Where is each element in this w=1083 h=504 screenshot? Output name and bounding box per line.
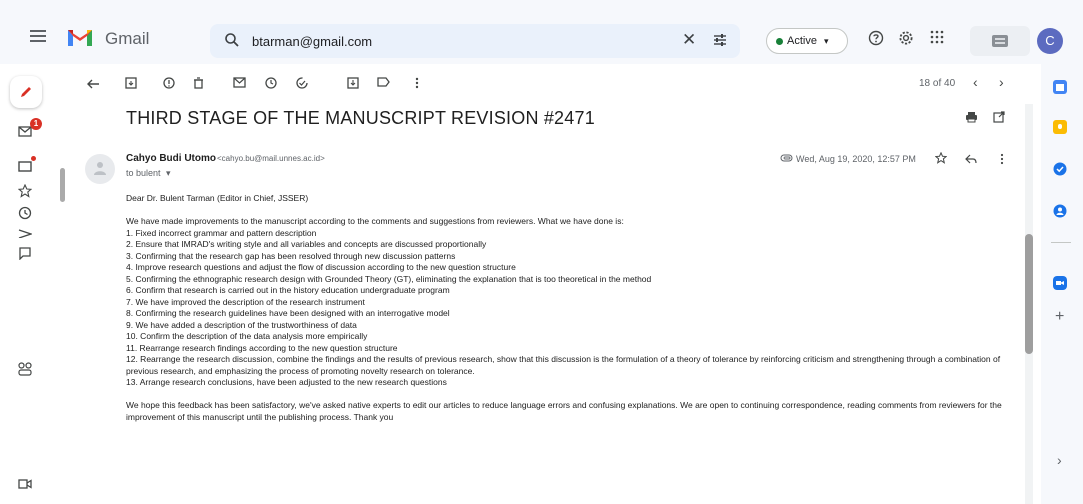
notification-dot bbox=[31, 156, 36, 161]
search-icon[interactable] bbox=[224, 32, 240, 48]
move-to-icon[interactable] bbox=[347, 77, 359, 89]
list-item: 8. Confirming the research guidelines ha… bbox=[126, 308, 450, 318]
pencil-icon bbox=[21, 87, 31, 97]
list-item: 7. We have improved the description of t… bbox=[126, 296, 365, 307]
scrollbar-thumb[interactable] bbox=[1025, 234, 1033, 354]
status-dot bbox=[776, 38, 783, 45]
main-menu-icon[interactable] bbox=[30, 30, 46, 42]
app-name: Gmail bbox=[105, 29, 150, 48]
recipient-label: to bulent bbox=[126, 168, 161, 178]
unread-badge: 1 bbox=[30, 118, 42, 130]
list-item: 13. Arrange research conclusions, have b… bbox=[126, 377, 447, 387]
expand-panel-chevron-icon[interactable]: › bbox=[1057, 452, 1062, 468]
add-task-icon[interactable] bbox=[296, 77, 309, 89]
more-options-icon[interactable] bbox=[1000, 153, 1004, 165]
keep-bulb-icon bbox=[1058, 124, 1062, 129]
person-icon bbox=[94, 162, 106, 175]
sender-name[interactable]: Cahyo Budi Utomo bbox=[126, 153, 216, 164]
list-item: 11. Rearrange research findings accordin… bbox=[126, 342, 398, 353]
search-options-icon[interactable] bbox=[712, 32, 728, 48]
compose-button[interactable] bbox=[10, 76, 42, 108]
list-item: 3. Confirming that the research gap has … bbox=[126, 250, 456, 261]
meet-video-icon[interactable] bbox=[18, 478, 32, 490]
tasks-icon[interactable] bbox=[1053, 162, 1067, 176]
reply-icon[interactable] bbox=[965, 154, 977, 164]
snooze-clock-icon[interactable] bbox=[265, 77, 277, 89]
older-chevron-icon[interactable]: › bbox=[999, 74, 1004, 90]
top-bar: Gmail ✕ Active ▾ bbox=[0, 0, 1083, 64]
clear-search-icon[interactable]: ✕ bbox=[682, 30, 696, 50]
chevron-down-icon: ▾ bbox=[824, 36, 829, 46]
account-avatar[interactable]: C bbox=[1037, 28, 1063, 54]
label-tag-icon[interactable] bbox=[377, 77, 390, 87]
list-item: 9. We have added a description of the tr… bbox=[126, 319, 357, 330]
list-item: 2. Ensure that IMRAD's writing style and… bbox=[126, 239, 487, 249]
calendar-icon-face bbox=[1056, 84, 1064, 91]
pagination-count: 18 of 40 bbox=[919, 78, 956, 89]
report-spam-icon[interactable] bbox=[163, 77, 175, 89]
sender-email: <cahyo.bu@mail.unnes.ac.id> bbox=[217, 154, 325, 163]
gmail-logo[interactable] bbox=[66, 26, 94, 46]
keep-notes-icon[interactable] bbox=[1053, 120, 1067, 134]
email-view: 18 of 40 ‹ › THIRD STAGE OF THE MANUSCRI… bbox=[75, 64, 1037, 504]
delete-trash-icon[interactable] bbox=[193, 77, 204, 89]
recipients-toggle[interactable]: to bulent ▾ bbox=[126, 168, 171, 179]
sender-avatar[interactable] bbox=[85, 154, 115, 184]
help-icon[interactable] bbox=[868, 30, 884, 46]
side-panel: + › bbox=[1041, 64, 1083, 504]
list-item: 4. Improve research questions and adjust… bbox=[126, 262, 516, 272]
zoom-video-icon[interactable] bbox=[1053, 276, 1067, 290]
greeting-text: Dear Dr. Bulent Tarman (Editor in Chief,… bbox=[126, 193, 309, 203]
organization-logo-icon bbox=[992, 35, 1008, 47]
archive-icon[interactable] bbox=[125, 77, 137, 89]
intro-text: We have made improvements to the manuscr… bbox=[126, 216, 624, 226]
closing-text: We hope this feedback has been satisfact… bbox=[126, 400, 1002, 422]
status-selector[interactable]: Active ▾ bbox=[766, 28, 848, 54]
side-panel-divider bbox=[1051, 242, 1071, 243]
star-icon[interactable] bbox=[18, 184, 32, 198]
clock-icon[interactable] bbox=[18, 206, 32, 220]
rail-scrollbar[interactable] bbox=[60, 168, 65, 202]
send-icon[interactable] bbox=[18, 228, 32, 238]
back-arrow-icon[interactable] bbox=[86, 77, 100, 91]
spaces-icon[interactable] bbox=[18, 362, 32, 376]
star-icon[interactable] bbox=[935, 152, 947, 164]
search-bar[interactable]: ✕ bbox=[210, 24, 740, 58]
apps-grid-icon[interactable] bbox=[930, 30, 944, 44]
more-options-icon[interactable] bbox=[415, 77, 419, 89]
search-input[interactable] bbox=[252, 30, 672, 52]
list-item: 5. Confirming the ethnographic research … bbox=[126, 273, 652, 284]
list-item: 12. Rearrange the research discussion, c… bbox=[126, 354, 1001, 376]
email-scrollbar[interactable] bbox=[1025, 104, 1033, 504]
contacts-icon[interactable] bbox=[1053, 204, 1067, 218]
email-subject: THIRD STAGE OF THE MANUSCRIPT REVISION #… bbox=[126, 108, 595, 128]
chat-icon[interactable] bbox=[18, 160, 32, 174]
add-addon-icon[interactable]: + bbox=[1055, 308, 1064, 326]
list-item: 1. Fixed incorrect grammar and pattern d… bbox=[126, 227, 317, 238]
email-body: Dear Dr. Bulent Tarman (Editor in Chief,… bbox=[126, 193, 1006, 423]
list-item: 6. Confirm that research is carried out … bbox=[126, 285, 450, 295]
organization-logo-button[interactable] bbox=[970, 26, 1030, 56]
mark-unread-icon[interactable] bbox=[233, 77, 246, 88]
list-item: 10. Confirm the description of the data … bbox=[126, 331, 368, 341]
attachment-icon bbox=[780, 154, 793, 162]
status-label: Active bbox=[787, 35, 817, 47]
settings-gear-icon[interactable] bbox=[898, 30, 914, 46]
print-icon[interactable] bbox=[965, 111, 978, 123]
calendar-icon[interactable] bbox=[1053, 80, 1067, 94]
chat-bubble-icon[interactable] bbox=[18, 246, 32, 260]
email-date: Wed, Aug 19, 2020, 12:57 PM bbox=[796, 154, 916, 164]
open-new-window-icon[interactable] bbox=[993, 111, 1005, 123]
chevron-down-icon: ▾ bbox=[166, 168, 171, 178]
newer-chevron-icon[interactable]: ‹ bbox=[973, 74, 978, 90]
